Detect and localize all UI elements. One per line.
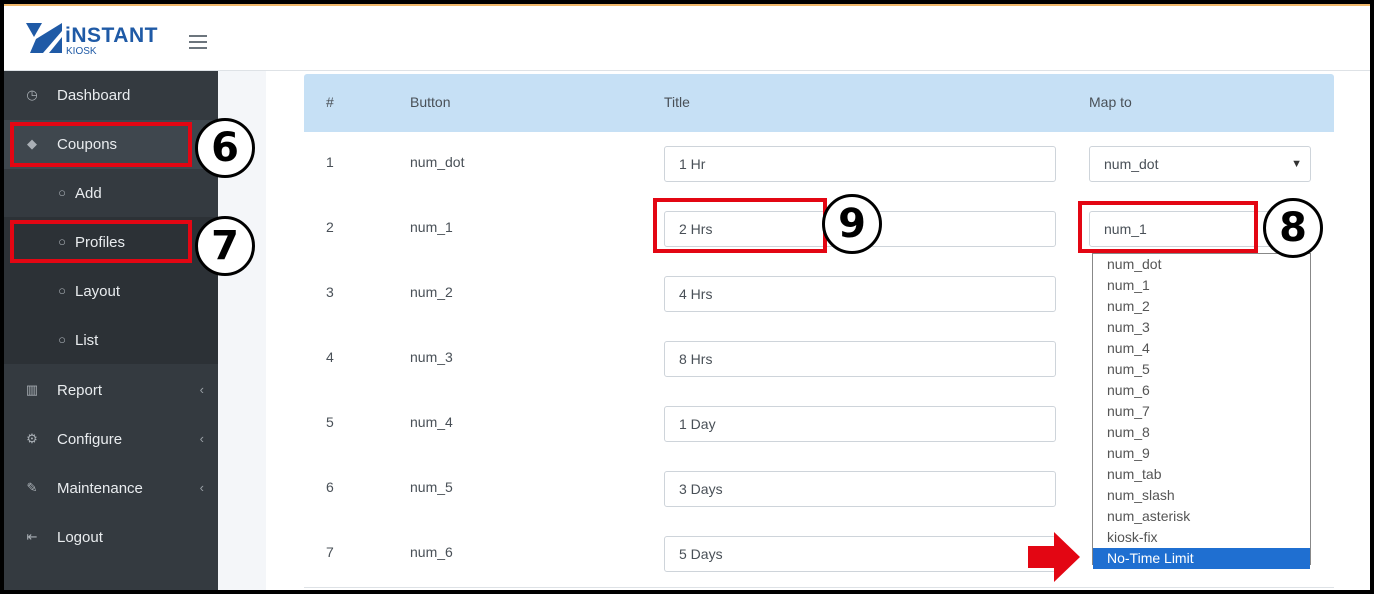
dropdown-option-selected[interactable]: No-Time Limit — [1093, 548, 1310, 569]
dropdown-option[interactable]: num_7 — [1093, 401, 1310, 422]
sidebar-item-maintenance[interactable]: ✎ Maintenance ‹ — [4, 464, 218, 513]
logout-icon: ⇤ — [26, 529, 38, 544]
dropdown-option[interactable]: num_1 — [1093, 275, 1310, 296]
chevron-down-icon: ▼ — [1291, 158, 1302, 170]
sidebar-item-report[interactable]: ▥ Report ‹ — [4, 366, 218, 415]
title-input[interactable]: 1 Day — [664, 406, 1056, 442]
col-header-number: # — [326, 94, 334, 110]
title-input[interactable]: 8 Hrs — [664, 341, 1056, 377]
callout-7: 7 — [195, 216, 255, 276]
dropdown-option[interactable]: num_9 — [1093, 443, 1310, 464]
sidebar-item-layout[interactable]: ○ Layout — [4, 267, 218, 316]
chevron-left-icon: ‹ — [199, 480, 204, 495]
callout-6: 6 — [195, 118, 255, 178]
brand-name: iNSTANT — [65, 24, 158, 47]
brand-sub: KIOSK — [66, 46, 97, 57]
title-input[interactable]: 3 Days — [664, 471, 1056, 507]
sidebar-item-dashboard[interactable]: ◷ Dashboard — [4, 71, 218, 120]
highlight-profiles — [10, 220, 192, 263]
chevron-left-icon: ‹ — [199, 431, 204, 446]
dropdown-option[interactable]: num_6 — [1093, 380, 1310, 401]
brand-bar: iNSTANT KIOSK — [4, 6, 218, 71]
title-input[interactable]: 4 Hrs — [664, 276, 1056, 312]
sidebar-item-list[interactable]: ○ List — [4, 316, 218, 365]
speedometer-icon: ◷ — [26, 87, 38, 102]
red-arrow-icon — [1028, 532, 1080, 582]
top-navbar — [218, 6, 1370, 71]
callout-8: 8 — [1263, 198, 1323, 258]
sidebar-item-logout[interactable]: ⇤ Logout — [4, 513, 218, 562]
highlight-map-select — [1078, 201, 1258, 253]
highlight-coupons — [10, 122, 192, 167]
dropdown-option[interactable]: kiosk-fix — [1093, 527, 1310, 548]
callout-9: 9 — [822, 194, 882, 254]
dropdown-option[interactable]: num_4 — [1093, 338, 1310, 359]
top-accent-line — [0, 4, 1374, 6]
col-header-button: Button — [410, 94, 451, 110]
table-header: # Button Title Map to — [304, 74, 1334, 132]
dropdown-option[interactable]: num_2 — [1093, 296, 1310, 317]
sidebar-item-configure[interactable]: ⚙ Configure ‹ — [4, 415, 218, 464]
col-header-title: Title — [664, 94, 690, 110]
sidebar-item-add[interactable]: ○ Add — [4, 169, 218, 218]
circle-icon: ○ — [58, 185, 66, 200]
wrench-icon: ✎ — [26, 480, 38, 495]
chevron-left-icon: ‹ — [199, 382, 204, 397]
dropdown-option[interactable]: num_tab — [1093, 464, 1310, 485]
col-header-map-to: Map to — [1089, 94, 1132, 110]
map-to-dropdown-list: num_dot num_1 num_2 num_3 num_4 num_5 nu… — [1092, 253, 1311, 569]
title-input[interactable]: 5 Days — [664, 536, 1056, 572]
map-to-select[interactable]: num_dot ▼ — [1089, 146, 1311, 182]
gear-icon: ⚙ — [26, 431, 38, 446]
dropdown-option[interactable]: num_asterisk — [1093, 506, 1310, 527]
circle-icon: ○ — [58, 283, 66, 298]
bar-chart-icon: ▥ — [25, 382, 39, 397]
logo-icon — [26, 23, 62, 53]
menu-toggle-icon[interactable] — [189, 35, 207, 49]
table-row: 1 num_dot 1 Hr num_dot ▼ — [304, 132, 1334, 198]
dropdown-option[interactable]: num_3 — [1093, 317, 1310, 338]
dropdown-option[interactable]: num_5 — [1093, 359, 1310, 380]
circle-icon: ○ — [58, 332, 66, 347]
dropdown-option[interactable]: num_dot — [1093, 254, 1310, 275]
dropdown-option[interactable]: num_slash — [1093, 485, 1310, 506]
dropdown-option[interactable]: num_8 — [1093, 422, 1310, 443]
highlight-title-input — [653, 198, 827, 253]
title-input[interactable]: 1 Hr — [664, 146, 1056, 182]
